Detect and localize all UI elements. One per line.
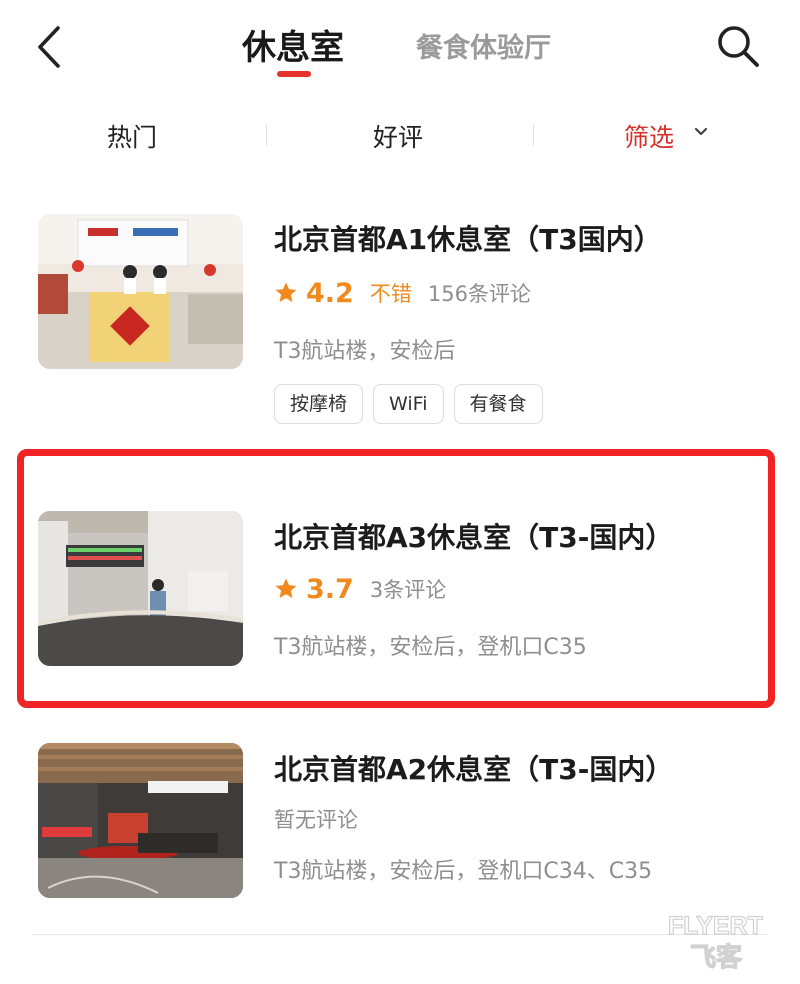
rating-row: 4.2 不错 156条评论	[274, 276, 531, 310]
lounge-title: 北京首都A3休息室（T3-国内）	[274, 521, 674, 554]
lounge-card-a1[interactable]: 北京首都A1休息室（T3国内） 4.2 不错 156条评论 T3航站楼，安检后 …	[0, 200, 800, 440]
lounge-card-a2[interactable]: 北京首都A2休息室（T3-国内） 暂无评论 T3航站楼，安检后，登机口C34、C…	[0, 720, 800, 920]
filter-good-reviews[interactable]: 好评	[373, 118, 423, 154]
star-icon	[275, 578, 297, 598]
rating-row: 3.7 3条评论	[274, 572, 446, 606]
lounge-location: T3航站楼，安检后	[274, 339, 456, 364]
amenity-tags: 按摩椅 WiFi 有餐食	[274, 384, 543, 424]
top-bar: 休息室 餐食体验厅	[0, 0, 800, 96]
review-count: 3条评论	[369, 578, 447, 602]
lounge-photo	[38, 743, 243, 898]
flyert-watermark-logo: FLYERT 飞客	[668, 911, 764, 973]
filter-hot[interactable]: 热门	[107, 118, 157, 154]
svg-text:FLYERT: FLYERT	[668, 912, 763, 940]
filter-divider	[266, 124, 267, 146]
lounge-location: T3航站楼，安检后，登机口C34、C35	[274, 859, 653, 884]
chevron-down-icon[interactable]	[694, 127, 708, 137]
lounge-photo	[38, 214, 243, 369]
lounge-title: 北京首都A2休息室（T3-国内）	[274, 753, 674, 786]
lounge-location: T3航站楼，安检后，登机口C35	[274, 635, 587, 660]
list-bottom-divider	[32, 934, 767, 935]
search-icon[interactable]	[712, 20, 764, 72]
filter-select[interactable]: 筛选	[624, 118, 674, 154]
svg-text:飞客: 飞客	[690, 942, 743, 973]
review-count: 156条评论	[427, 282, 531, 306]
star-icon	[275, 282, 297, 302]
amenity-tag: WiFi	[373, 384, 444, 424]
rating-score: 3.7	[306, 573, 354, 605]
lounge-card-a3[interactable]: 北京首都A3休息室（T3-国内） 3.7 3条评论 T3航站楼，安检后，登机口C…	[0, 470, 800, 690]
filter-divider	[533, 124, 534, 146]
rating-label: 不错	[369, 282, 412, 306]
amenity-tag: 按摩椅	[274, 384, 364, 424]
rating-score: 4.2	[306, 277, 354, 309]
lounge-photo	[38, 511, 243, 666]
back-arrow-icon[interactable]	[30, 22, 70, 72]
tab-lounge[interactable]: 休息室	[242, 20, 344, 69]
no-reviews-label: 暂无评论	[274, 808, 358, 832]
lounge-title: 北京首都A1休息室（T3国内）	[274, 223, 662, 256]
active-tab-indicator	[277, 71, 311, 77]
tab-dining-hall[interactable]: 餐食体验厅	[416, 26, 551, 65]
amenity-tag: 有餐食	[453, 384, 543, 424]
